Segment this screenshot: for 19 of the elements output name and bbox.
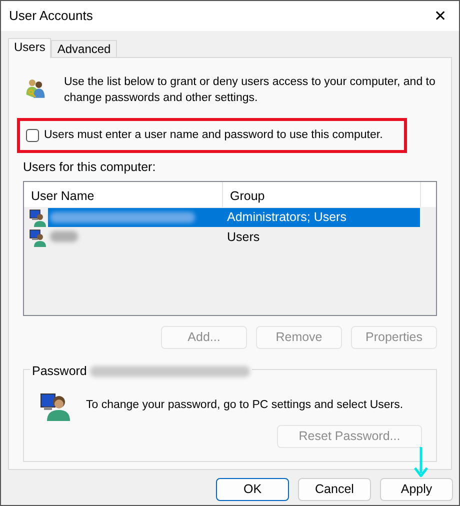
close-button[interactable]: ✕ <box>430 8 451 24</box>
info-text: To change your password, go to PC settings and select Users. <box>86 398 404 413</box>
window-title: User Accounts <box>9 7 93 26</box>
group-label: Password <box>32 363 87 380</box>
tab[interactable]: Users <box>8 38 52 58</box>
column-header[interactable]: Group <box>223 182 421 207</box>
button[interactable]: Apply <box>380 478 453 501</box>
button[interactable]: OK <box>216 478 289 501</box>
table-cell: Administrators; Users <box>222 208 420 227</box>
section-label: Users for this computer: <box>23 159 156 176</box>
checkbox[interactable] <box>26 129 39 142</box>
user-icon <box>29 208 47 226</box>
button[interactable]: Cancel <box>298 478 371 501</box>
intro-text: Use the list below to grant or deny users access to your computer, and to change passwords and other settings. <box>64 75 436 106</box>
tab[interactable]: Advanced <box>51 40 117 57</box>
column-header[interactable]: User Name <box>24 182 223 207</box>
user-icon <box>29 228 47 246</box>
table-cell-text: Users <box>226 229 261 246</box>
checkbox-label[interactable]: Users must enter a user name and password to use this computer. <box>44 127 383 144</box>
